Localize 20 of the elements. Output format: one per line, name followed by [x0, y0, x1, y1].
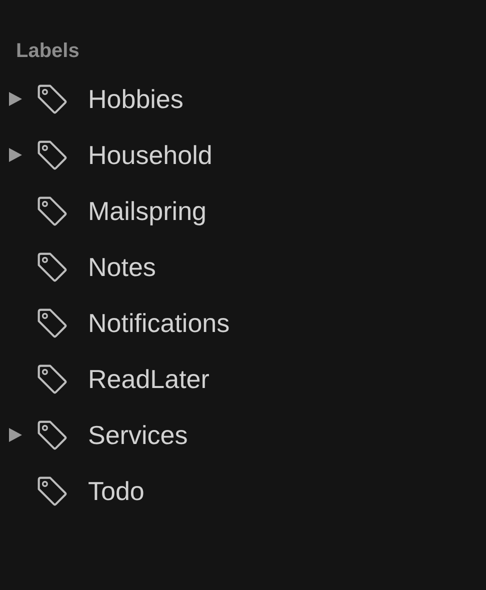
tag-icon: [36, 139, 68, 171]
label-item[interactable]: Mailspring: [88, 196, 206, 226]
tag-icon: [36, 307, 68, 339]
label-item[interactable]: Hobbies: [88, 84, 184, 114]
label-item[interactable]: Household: [88, 140, 212, 170]
label-item[interactable]: Services: [88, 420, 188, 450]
label-item[interactable]: Todo: [88, 476, 144, 506]
tag-icon: [36, 475, 68, 507]
disclosure-triangle-icon[interactable]: [8, 428, 22, 442]
tag-icon: [36, 83, 68, 115]
disclosure-triangle-icon[interactable]: [8, 148, 22, 162]
tag-icon: [36, 251, 68, 283]
disclosure-triangle-icon[interactable]: [8, 92, 22, 106]
label-item[interactable]: ReadLater: [88, 364, 210, 394]
label-item[interactable]: Notifications: [88, 308, 230, 338]
tag-icon: [36, 195, 68, 227]
label-item[interactable]: Notes: [88, 252, 156, 282]
tag-icon: [36, 363, 68, 395]
tag-icon: [36, 419, 68, 451]
section-heading: Labels: [15, 39, 80, 64]
